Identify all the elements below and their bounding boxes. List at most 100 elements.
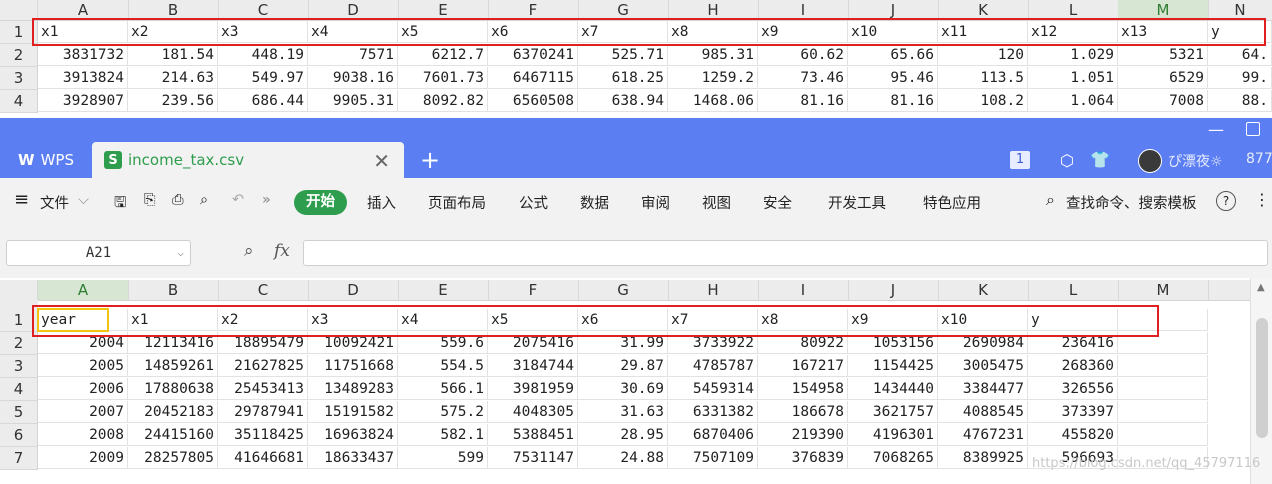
cell[interactable]: x6 (488, 21, 578, 43)
cell[interactable]: 181.54 (128, 44, 218, 66)
cell[interactable]: 3384477 (938, 378, 1028, 400)
cell[interactable]: 17880638 (128, 378, 218, 400)
cell[interactable]: 8092.82 (398, 90, 488, 112)
cell[interactable]: 25453413 (218, 378, 308, 400)
cell[interactable]: x8 (668, 21, 758, 43)
cell[interactable]: 31.99 (578, 332, 668, 354)
cell[interactable]: 30.69 (578, 378, 668, 400)
cell[interactable]: 7008 (1118, 90, 1208, 112)
column-header-f[interactable]: F (488, 280, 579, 300)
cell[interactable]: x8 (758, 309, 848, 331)
cell[interactable]: 376839 (758, 447, 848, 469)
user-name[interactable]: ぴ漂夜☼ (1168, 151, 1223, 171)
cell[interactable]: 219390 (758, 424, 848, 446)
cell[interactable]: 3005475 (938, 355, 1028, 377)
cell[interactable]: 566.1 (398, 378, 488, 400)
cell[interactable]: 2008 (38, 424, 128, 446)
cell[interactable]: 81.16 (848, 90, 938, 112)
cell[interactable]: x9 (848, 309, 938, 331)
cell[interactable]: x7 (578, 21, 668, 43)
column-header-c[interactable]: C (218, 0, 309, 20)
column-header-m[interactable]: M (1118, 0, 1209, 20)
cell[interactable]: 31.63 (578, 401, 668, 423)
column-header-i[interactable]: I (758, 0, 849, 20)
cell[interactable]: 21627825 (218, 355, 308, 377)
cell[interactable]: x3 (308, 309, 398, 331)
cell[interactable] (1118, 401, 1208, 423)
tab-data[interactable]: 数据 (580, 192, 609, 213)
cell[interactable]: 6370241 (488, 44, 578, 66)
cell[interactable]: x5 (488, 309, 578, 331)
avatar[interactable] (1138, 149, 1162, 173)
cell[interactable]: 2007 (38, 401, 128, 423)
cell[interactable]: x3 (218, 21, 308, 43)
cell[interactable]: x11 (938, 21, 1028, 43)
cell[interactable]: 60.62 (758, 44, 848, 66)
cell[interactable]: 554.5 (398, 355, 488, 377)
wps-home-tab[interactable]: W WPS (0, 142, 92, 178)
cell[interactable]: 18895479 (218, 332, 308, 354)
column-header-d[interactable]: D (308, 280, 399, 300)
tab-dev-tools[interactable]: 开发工具 (828, 192, 886, 213)
column-header-c[interactable]: C (218, 280, 309, 300)
cell[interactable]: 3733922 (668, 332, 758, 354)
file-tab[interactable]: S income_tax.csv ✕ (92, 142, 404, 178)
cell[interactable]: 3928907 (38, 90, 128, 112)
cell[interactable]: 64. (1208, 44, 1272, 66)
column-header-d[interactable]: D (308, 0, 399, 20)
cell[interactable]: 7571 (308, 44, 398, 66)
cell[interactable]: 7601.73 (398, 67, 488, 89)
cell[interactable]: x4 (398, 309, 488, 331)
chevron-down-icon[interactable]: ⌵ (78, 192, 89, 208)
cell[interactable]: 2005 (38, 355, 128, 377)
tab-view[interactable]: 视图 (702, 192, 731, 213)
cell[interactable]: x2 (128, 21, 218, 43)
minimize-icon[interactable]: — (1208, 120, 1224, 139)
cell[interactable]: 65.66 (848, 44, 938, 66)
cell[interactable] (1118, 355, 1208, 377)
cell[interactable]: 9038.16 (308, 67, 398, 89)
cell[interactable] (1118, 378, 1208, 400)
save-icon[interactable]: 🖫 (114, 192, 126, 217)
cell[interactable]: 16963824 (308, 424, 398, 446)
cell[interactable]: 326556 (1028, 378, 1118, 400)
print-preview-icon[interactable]: ⌕ (200, 192, 208, 208)
cell[interactable]: 186678 (758, 401, 848, 423)
cell[interactable]: 73.46 (758, 67, 848, 89)
cell[interactable]: 113.5 (938, 67, 1028, 89)
fx-icon[interactable]: fx (274, 241, 290, 261)
cell[interactable]: 1468.06 (668, 90, 758, 112)
cell[interactable]: 7068265 (848, 447, 938, 469)
cell[interactable]: 448.19 (218, 44, 308, 66)
cell[interactable]: 525.71 (578, 44, 668, 66)
cell[interactable]: 1259.2 (668, 67, 758, 89)
tab-insert[interactable]: 插入 (367, 192, 396, 213)
cell[interactable]: 35118425 (218, 424, 308, 446)
tab-review[interactable]: 审阅 (641, 192, 670, 213)
column-header-j[interactable]: J (848, 280, 939, 300)
cell[interactable]: 29.87 (578, 355, 668, 377)
column-header-e[interactable]: E (398, 0, 489, 20)
cell[interactable]: 6467115 (488, 67, 578, 89)
cell[interactable]: 1434440 (848, 378, 938, 400)
cell[interactable]: 18633437 (308, 447, 398, 469)
cell[interactable]: x2 (218, 309, 308, 331)
column-header-e[interactable]: E (398, 280, 489, 300)
tab-formula[interactable]: 公式 (519, 192, 548, 213)
cell[interactable]: 28257805 (128, 447, 218, 469)
cell[interactable]: x10 (938, 309, 1028, 331)
cell[interactable]: 9905.31 (308, 90, 398, 112)
column-header-b[interactable]: B (128, 280, 219, 300)
column-header-l[interactable]: L (1028, 0, 1119, 20)
cell[interactable]: 4088545 (938, 401, 1028, 423)
cell[interactable]: 14859261 (128, 355, 218, 377)
column-header-n[interactable]: N (1208, 0, 1272, 20)
column-header-h[interactable]: H (668, 0, 759, 20)
cell[interactable]: 5321 (1118, 44, 1208, 66)
cell[interactable]: 3981959 (488, 378, 578, 400)
cell[interactable]: 28.95 (578, 424, 668, 446)
cell[interactable]: 686.44 (218, 90, 308, 112)
cell[interactable]: 2009 (38, 447, 128, 469)
column-header-m[interactable]: M (1118, 280, 1209, 300)
cell[interactable]: 4767231 (938, 424, 1028, 446)
